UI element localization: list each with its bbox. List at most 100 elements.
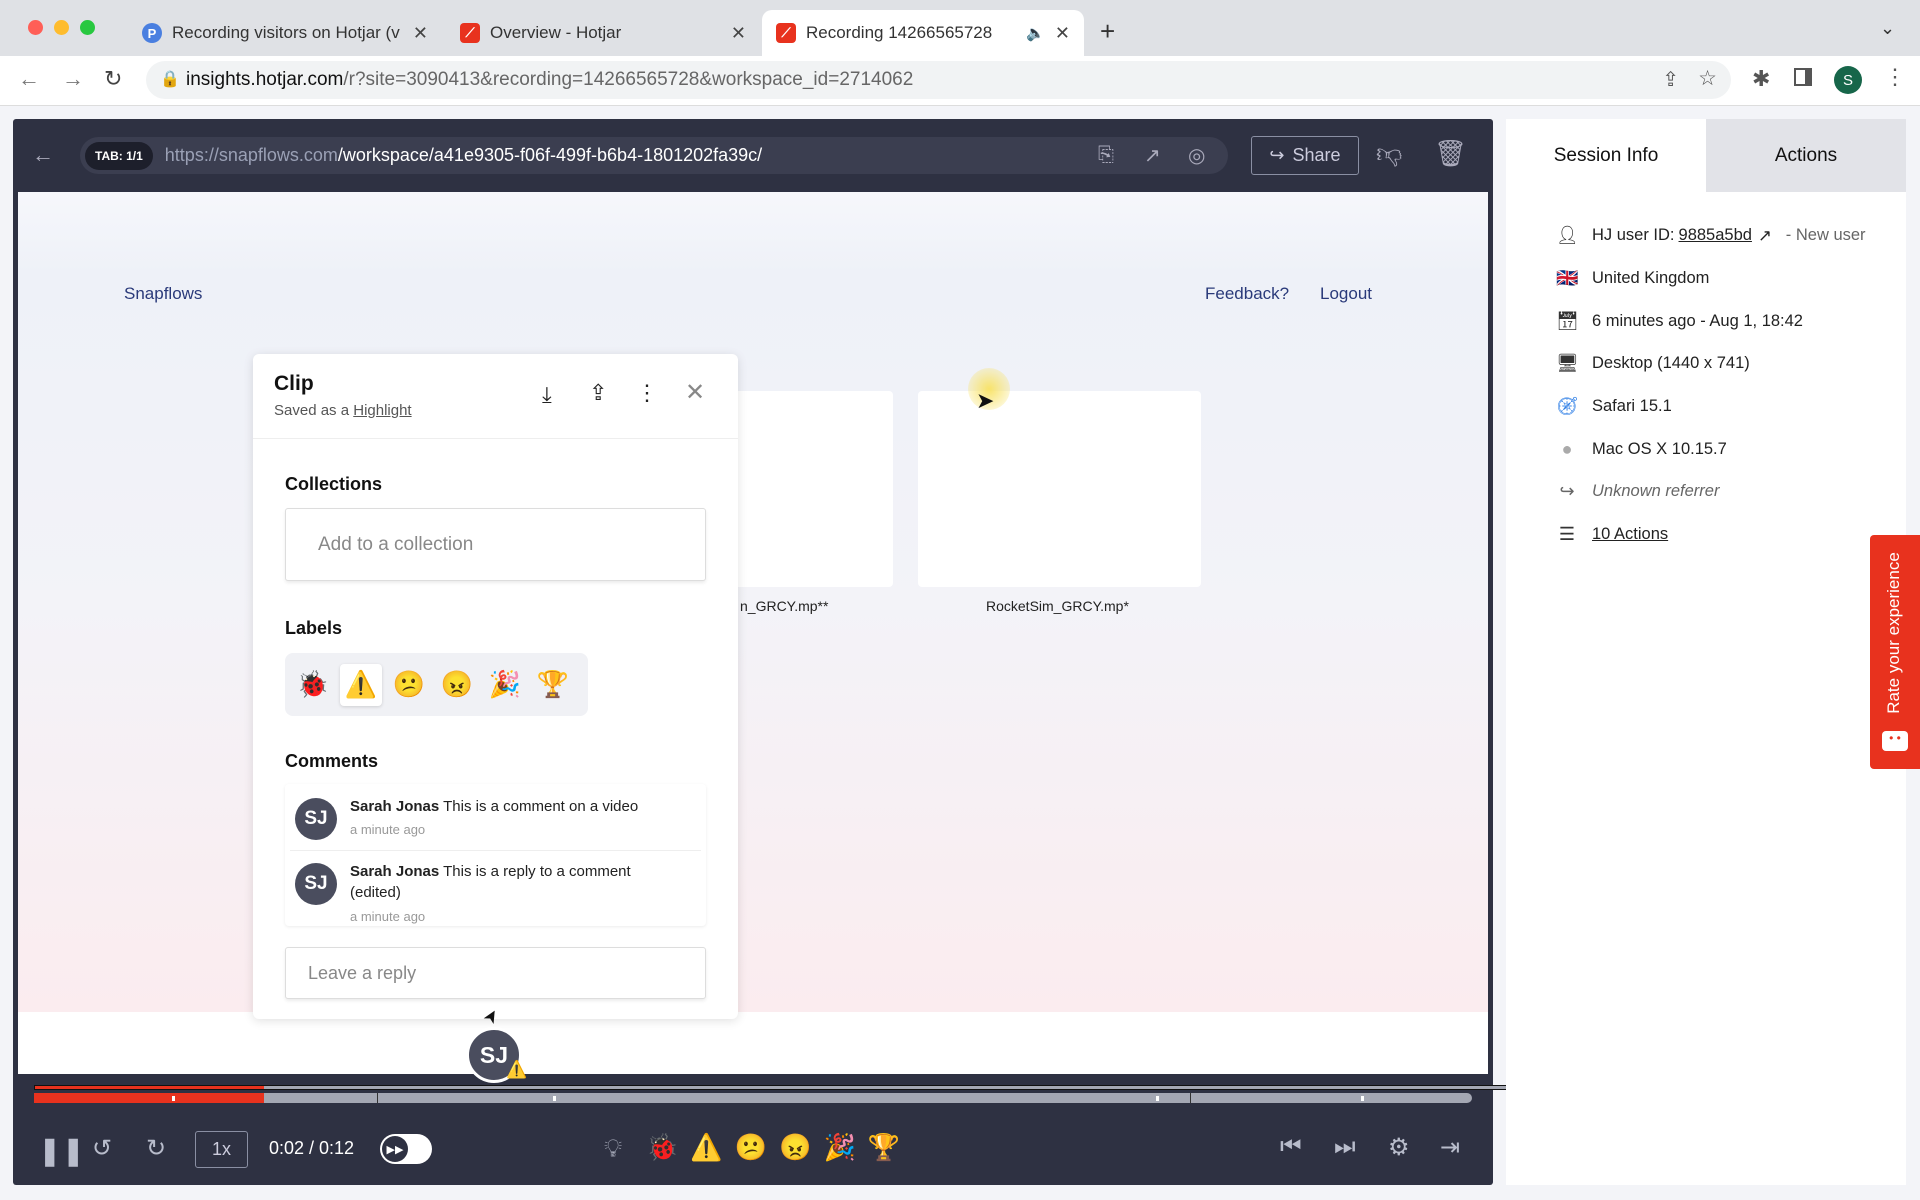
browser-tab[interactable]: P Recording visitors on Hotjar (v ✕ <box>128 10 442 56</box>
url-host: insights.hotjar.com <box>186 69 344 90</box>
maximize-window-button[interactable] <box>80 20 95 35</box>
comment: Sarah Jonas This is a reply to a comment… <box>350 861 670 903</box>
browser-tab[interactable]: ⟋ Overview - Hotjar ✕ <box>446 10 760 56</box>
label-trophy[interactable]: 🏆 <box>532 664 574 706</box>
safari-icon: 🧭︎ <box>1556 396 1579 416</box>
filter-trophy[interactable]: 🏆 <box>868 1132 900 1163</box>
actions-link[interactable]: 10 Actions <box>1592 525 1668 544</box>
comment-time: a minute ago <box>350 822 426 837</box>
forward-10-icon[interactable]: ↻ <box>146 1134 166 1163</box>
open-external-icon[interactable]: ↗ <box>1144 143 1161 168</box>
label-picker: 🐞 ⚠️ 😕 😠 🎉 🏆 <box>285 653 588 716</box>
settings-gear-icon[interactable]: ⚙ <box>1388 1133 1410 1162</box>
side-panel-icon[interactable] <box>1794 68 1812 86</box>
divider <box>253 438 738 439</box>
label-angry[interactable]: 😠 <box>436 664 478 706</box>
speaker-icon[interactable]: 🔈 <box>1026 24 1045 42</box>
label-warning[interactable]: ⚠️ <box>340 663 382 706</box>
extensions-icon[interactable]: ✱ <box>1752 66 1770 92</box>
next-page-icon[interactable]: ⏭ <box>1334 1133 1356 1161</box>
forward-icon[interactable]: → <box>62 66 84 92</box>
actions-row: ☰ 10 Actions <box>1556 524 1668 545</box>
close-tab-icon[interactable]: ✕ <box>1055 23 1070 44</box>
profile-avatar[interactable]: S <box>1834 66 1862 94</box>
close-window-button[interactable] <box>28 20 43 35</box>
previous-page-icon[interactable]: ⏮ <box>1280 1133 1302 1161</box>
minimize-window-button[interactable] <box>54 20 69 35</box>
tab-title: Overview - Hotjar <box>490 23 622 42</box>
site-logout-link: Logout <box>1320 284 1372 303</box>
back-arrow-icon[interactable]: ← <box>32 142 54 168</box>
download-icon[interactable]: ⤓ <box>542 382 552 408</box>
comment-author: Sarah Jonas <box>350 863 440 880</box>
pause-icon[interactable]: ❚❚ <box>38 1134 85 1167</box>
mention-icon[interactable]: ◎ <box>1188 143 1205 168</box>
address-input[interactable]: 🔒 insights.hotjar.com/r?site=3090413&rec… <box>146 61 1731 99</box>
segment-divider <box>1190 1093 1191 1103</box>
copy-url-icon[interactable]: ⎘ <box>1098 144 1114 167</box>
share-icon[interactable]: ⇪ <box>589 380 607 406</box>
label-confused[interactable]: 😕 <box>388 664 430 706</box>
user-id-label: HJ user ID: <box>1592 226 1675 244</box>
browser-tab-bar: P Recording visitors on Hotjar (v ✕ ⟋ Ov… <box>0 0 1920 56</box>
video-card-label: n_GRCY.mp** <box>740 598 829 614</box>
highlight-link[interactable]: Highlight <box>353 402 411 419</box>
device-row: 🖥︎ Desktop (1440 x 741) <box>1556 353 1750 374</box>
back-icon[interactable]: ← <box>18 66 40 92</box>
thumbs-down-icon[interactable]: 👎︎ <box>1376 138 1402 169</box>
toggle-sidebar-icon[interactable]: ⇥ <box>1440 1133 1460 1162</box>
reload-icon[interactable]: ↻ <box>104 66 122 92</box>
apple-icon: ● <box>1561 439 1573 459</box>
bookmark-star-icon[interactable]: ☆ <box>1698 66 1717 91</box>
user-icon: 👤︎ <box>1556 225 1579 245</box>
filter-warning[interactable]: ⚠️ <box>690 1132 722 1163</box>
label-party[interactable]: 🎉 <box>484 664 526 706</box>
share-arrow-icon: ↪ <box>1269 145 1285 165</box>
filter-bug[interactable]: 🐞 <box>646 1132 678 1163</box>
saved-as-label: Saved as a <box>274 402 350 419</box>
more-options-icon[interactable]: ⋮ <box>636 380 658 406</box>
collection-input[interactable]: Add to a collection <box>285 508 706 581</box>
site-brand-link: Snapflows <box>124 284 203 303</box>
tab-actions[interactable]: Actions <box>1706 119 1906 192</box>
comment-text: This is a comment on a video <box>443 798 639 815</box>
video-card <box>918 391 1201 587</box>
close-tab-icon[interactable]: ✕ <box>731 23 746 44</box>
filter-angry[interactable]: 😠 <box>779 1132 811 1163</box>
tab-session-info[interactable]: Session Info <box>1506 119 1706 192</box>
event-marker <box>1156 1096 1159 1101</box>
share-page-icon[interactable]: ⇪ <box>1662 67 1679 92</box>
activity-timeline[interactable] <box>34 1093 1472 1103</box>
event-marker <box>172 1096 175 1101</box>
video-card-label: RocketSim_GRCY.mp* <box>986 598 1129 614</box>
user-id-link[interactable]: 9885a5bd <box>1679 226 1752 245</box>
comment-list: SJ Sarah Jonas This is a comment on a vi… <box>285 784 706 926</box>
avatar: SJ <box>295 798 337 840</box>
rate-experience-button[interactable]: Rate your experience • • <box>1870 535 1920 769</box>
url-path: /r?site=3090413&recording=14266565728&wo… <box>343 69 914 90</box>
skip-inactivity-toggle[interactable]: ▶▶ <box>380 1134 432 1164</box>
external-link-icon[interactable]: ↗ <box>1758 226 1772 246</box>
close-tab-icon[interactable]: ✕ <box>413 23 428 44</box>
reply-input[interactable]: Leave a reply <box>285 947 706 999</box>
filter-confused[interactable]: 😕 <box>735 1132 767 1163</box>
list-icon: ☰ <box>1558 524 1576 544</box>
menu-kebab-icon[interactable]: ⋮ <box>1884 64 1906 90</box>
browser-tab-active[interactable]: ⟋ Recording 14266565728 🔈 ✕ <box>762 10 1084 56</box>
avatar: SJ <box>295 863 337 905</box>
rewind-10-icon[interactable]: ↺ <box>92 1134 112 1163</box>
session-time: 6 minutes ago - Aug 1, 18:42 <box>1592 312 1803 330</box>
new-user-text: - New user <box>1785 226 1866 244</box>
new-tab-button[interactable]: + <box>1100 16 1115 47</box>
trash-icon[interactable]: 🗑︎ <box>1434 138 1467 169</box>
share-button[interactable]: ↪ Share <box>1251 136 1359 175</box>
tab-search-chevron-icon[interactable]: ⌄ <box>1880 18 1895 39</box>
tab-title: Recording 14266565728 <box>806 23 993 42</box>
recording-url-path: /workspace/a41e9305-f06f-499f-b6b4-18012… <box>337 145 763 165</box>
filter-party[interactable]: 🎉 <box>824 1132 856 1163</box>
close-icon[interactable]: ✕ <box>685 378 705 407</box>
label-bug[interactable]: 🐞 <box>292 664 334 706</box>
lightbulb-icon[interactable]: 💡︎ <box>604 1133 622 1165</box>
speed-button[interactable]: 1x <box>195 1131 248 1168</box>
recording-url-host: https://snapflows.com <box>164 145 338 165</box>
